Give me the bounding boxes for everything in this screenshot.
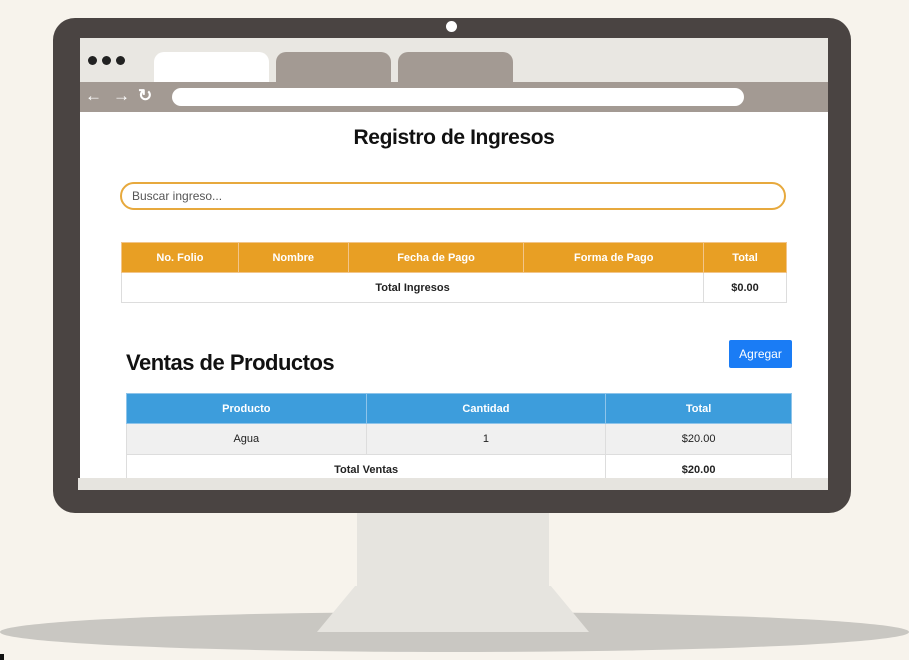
- maximize-dot-icon[interactable]: [116, 56, 125, 65]
- ventas-table: Producto Cantidad Total Agua 1 $20.00 To…: [125, 393, 792, 478]
- table-row[interactable]: Agua 1 $20.00: [126, 423, 792, 455]
- ventas-section-title: Ventas de Productos: [126, 350, 335, 375]
- corner-mark: [0, 654, 4, 660]
- total-ingresos-value: $0.00: [703, 272, 787, 303]
- scene: ← → ↻ Registro de Ingresos No. Folio Nom…: [0, 0, 909, 660]
- cell-total: $20.00: [605, 423, 792, 455]
- column-header-nombre[interactable]: Nombre: [237, 242, 349, 273]
- add-button[interactable]: Agregar: [729, 340, 792, 368]
- column-header-cantidad[interactable]: Cantidad: [365, 393, 607, 424]
- webcam-dot: [446, 21, 457, 32]
- monitor-chin: [78, 478, 828, 490]
- cell-producto: Agua: [126, 423, 367, 455]
- address-bar[interactable]: [172, 88, 744, 106]
- tab-3[interactable]: [398, 52, 513, 82]
- arrow-right-icon[interactable]: →: [113, 86, 130, 106]
- column-header-total[interactable]: Total: [605, 393, 792, 424]
- ingresos-table: No. Folio Nombre Fecha de Pago Forma de …: [120, 242, 787, 303]
- monitor-stand-neck: [357, 508, 549, 588]
- close-dot-icon[interactable]: [88, 56, 97, 65]
- minimize-dot-icon[interactable]: [102, 56, 111, 65]
- window-controls[interactable]: [88, 56, 125, 65]
- monitor-stand-base: [317, 586, 589, 632]
- column-header-fecha[interactable]: Fecha de Pago: [347, 242, 525, 273]
- tab-bar: [80, 38, 828, 82]
- table-header-row: No. Folio Nombre Fecha de Pago Forma de …: [121, 242, 787, 273]
- search-input[interactable]: [120, 182, 786, 210]
- column-header-producto[interactable]: Producto: [126, 393, 367, 424]
- page-title: Registro de Ingresos: [353, 126, 555, 149]
- table-header-row: Producto Cantidad Total: [126, 393, 792, 424]
- total-ventas-label: Total Ventas: [125, 454, 607, 478]
- cell-cantidad: 1: [365, 423, 607, 455]
- browser-window: ← → ↻ Registro de Ingresos No. Folio Nom…: [80, 38, 828, 478]
- total-ventas-value: $20.00: [605, 454, 792, 478]
- ventas-total-row: Total Ventas $20.00: [125, 454, 792, 478]
- page-content: Registro de Ingresos No. Folio Nombre Fe…: [80, 112, 828, 478]
- column-header-forma[interactable]: Forma de Pago: [523, 242, 705, 273]
- tab-active[interactable]: [154, 52, 269, 82]
- arrow-left-icon[interactable]: ←: [85, 86, 102, 106]
- column-header-total[interactable]: Total: [703, 242, 787, 273]
- reload-icon[interactable]: ↻: [138, 86, 152, 106]
- total-ingresos-label: Total Ingresos: [120, 272, 705, 303]
- column-header-folio[interactable]: No. Folio: [121, 242, 239, 273]
- browser-toolbar: ← → ↻: [80, 82, 828, 112]
- tab-2[interactable]: [276, 52, 391, 82]
- ingresos-total-row: Total Ingresos $0.00: [120, 272, 787, 303]
